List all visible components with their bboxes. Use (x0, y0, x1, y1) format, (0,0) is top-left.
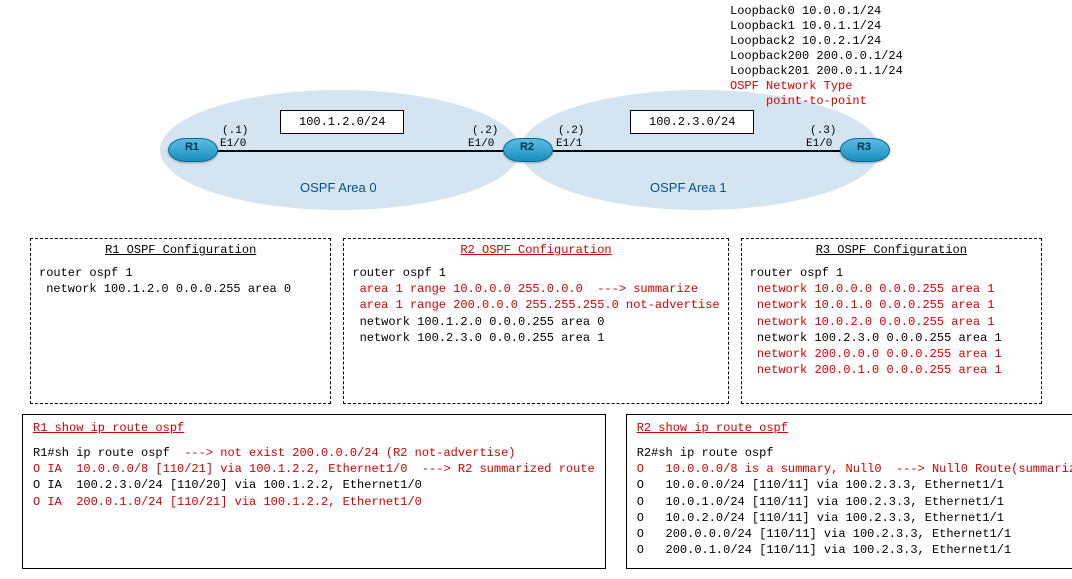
topology-diagram: 100.1.2.0/24 100.2.3.0/24 R1 R2 R3 (.1) … (10, 10, 1062, 230)
r2-config-box: R2 OSPF Configuration router ospf 1 area… (343, 238, 728, 404)
r2l-eth: E1/0 (468, 138, 494, 150)
nettype2: point-to-point (730, 94, 903, 109)
r3-config-title: R3 OSPF Configuration (750, 243, 1033, 257)
r2-config-title: R2 OSPF Configuration (352, 243, 719, 257)
r2-route-title: R2 show ip route ospf (637, 421, 1072, 435)
r2r-eth: E1/1 (556, 138, 582, 150)
nettype1: OSPF Network Type (730, 79, 903, 94)
subnet-box-1: 100.1.2.0/24 (280, 110, 404, 134)
lb200: Loopback200 200.0.0.1/24 (730, 49, 903, 64)
loopback-list: Loopback0 10.0.0.1/24 Loopback1 10.0.1.1… (730, 4, 903, 109)
link-r2-r3 (535, 150, 845, 152)
router-r1-label: R1 (168, 141, 216, 153)
route-row: R1 show ip route ospf R1#sh ip route osp… (10, 414, 1062, 569)
area1-label: OSPF Area 1 (650, 180, 727, 195)
r2-route-box: R2 show ip route ospf R2#sh ip route osp… (626, 414, 1072, 569)
subnet-box-2: 100.2.3.0/24 (630, 110, 754, 134)
r1-route-title: R1 show ip route ospf (33, 421, 595, 435)
config-row: R1 OSPF Configuration router ospf 1 netw… (10, 238, 1062, 404)
lb201: Loopback201 200.0.1.1/24 (730, 64, 903, 79)
r3-config-body: router ospf 1 network 10.0.0.0 0.0.0.255… (750, 265, 1033, 378)
r1-route-body: R1#sh ip route ospf ---> not exist 200.0… (33, 445, 595, 510)
subnet-1: 100.1.2.0/24 (299, 115, 385, 129)
r3-eth: E1/0 (806, 138, 832, 150)
r1-config-box: R1 OSPF Configuration router ospf 1 netw… (30, 238, 331, 404)
lb2: Loopback2 10.0.2.1/24 (730, 34, 903, 49)
r3-config-box: R3 OSPF Configuration router ospf 1 netw… (741, 238, 1042, 404)
r1-route-box: R1 show ip route ospf R1#sh ip route osp… (22, 414, 606, 569)
r1-dot: (.1) (222, 125, 248, 137)
r1-config-title: R1 OSPF Configuration (39, 243, 322, 257)
r2l-dot: (.2) (472, 125, 498, 137)
router-r3: R3 (840, 138, 888, 166)
lb0: Loopback0 10.0.0.1/24 (730, 4, 903, 19)
router-r2: R2 (503, 138, 551, 166)
r2-route-body: R2#sh ip route ospf O 10.0.0.0/8 is a su… (637, 445, 1072, 558)
link-r1-r2 (195, 150, 505, 152)
r1-config-body: router ospf 1 network 100.1.2.0 0.0.0.25… (39, 265, 322, 297)
area0-label: OSPF Area 0 (300, 180, 377, 195)
router-r1: R1 (168, 138, 216, 166)
r2-config-body: router ospf 1 area 1 range 10.0.0.0 255.… (352, 265, 719, 346)
lb1: Loopback1 10.0.1.1/24 (730, 19, 903, 34)
r3-dot: (.3) (810, 125, 836, 137)
r2r-dot: (.2) (558, 125, 584, 137)
subnet-2: 100.2.3.0/24 (649, 115, 735, 129)
router-r3-label: R3 (840, 141, 888, 153)
r1-eth: E1/0 (220, 138, 246, 150)
router-r2-label: R2 (503, 141, 551, 153)
